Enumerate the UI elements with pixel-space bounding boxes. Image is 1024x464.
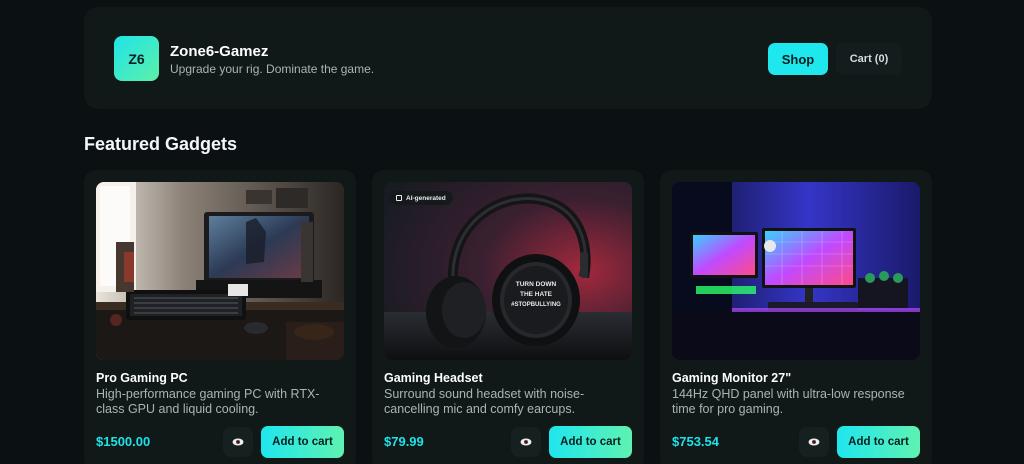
gaming-headset-illustration: TURN DOWN THE HATE #STOPBULLYING [384,182,632,360]
view-button[interactable] [223,427,253,457]
product-title: Gaming Monitor 27" [672,371,792,385]
eye-icon [232,438,244,446]
logo[interactable]: Z6 [114,36,159,81]
image-icon [396,195,402,201]
product-image[interactable] [96,182,344,360]
shop-button[interactable]: Shop [768,43,828,75]
product-price: $753.54 [672,434,719,449]
product-description: 144Hz QHD panel with ultra-low response … [672,387,905,416]
section-title: Featured Gadgets [84,134,238,154]
add-to-cart-button[interactable]: Add to cart [837,426,920,458]
view-button[interactable] [799,427,829,457]
headset-print-line-3: #STOPBULLYING [511,302,561,308]
product-title: Pro Gaming PC [96,371,188,385]
product-description: Surround sound headset with noise-cancel… [384,387,585,416]
product-title: Gaming Headset [384,371,483,385]
product-image[interactable]: TURN DOWN THE HATE #STOPBULLYING AI-gene… [384,182,632,360]
add-to-cart-button[interactable]: Add to cart [549,426,632,458]
gaming-pc-illustration [96,182,344,360]
product-card: TURN DOWN THE HATE #STOPBULLYING AI-gene… [372,170,644,464]
product-image[interactable] [672,182,920,360]
product-description: High-performance gaming PC with RTX-clas… [96,387,320,416]
ai-generated-badge: AI-generated [390,191,453,205]
add-to-cart-button[interactable]: Add to cart [261,426,344,458]
eye-icon [808,438,820,446]
headset-print-line-1: TURN DOWN [516,281,557,288]
product-price: $1500.00 [96,434,151,449]
product-price: $79.99 [384,434,424,449]
brand-tagline: Upgrade your rig. Dominate the game. [170,62,375,76]
view-button[interactable] [511,427,541,457]
eye-icon [520,438,532,446]
ai-badge-label: AI-generated [406,194,446,202]
headset-print-line-2: THE HATE [520,291,553,298]
cart-button[interactable]: Cart (0) [836,43,902,75]
product-card: Gaming Monitor 27" 144Hz QHD panel with … [660,170,932,464]
site-header: Z6 Zone6-Gamez Upgrade your rig. Dominat… [84,7,932,109]
brand-name: Zone6-Gamez [170,43,269,60]
product-card: Pro Gaming PC High-performance gaming PC… [84,170,356,464]
gaming-monitor-illustration [672,182,920,360]
